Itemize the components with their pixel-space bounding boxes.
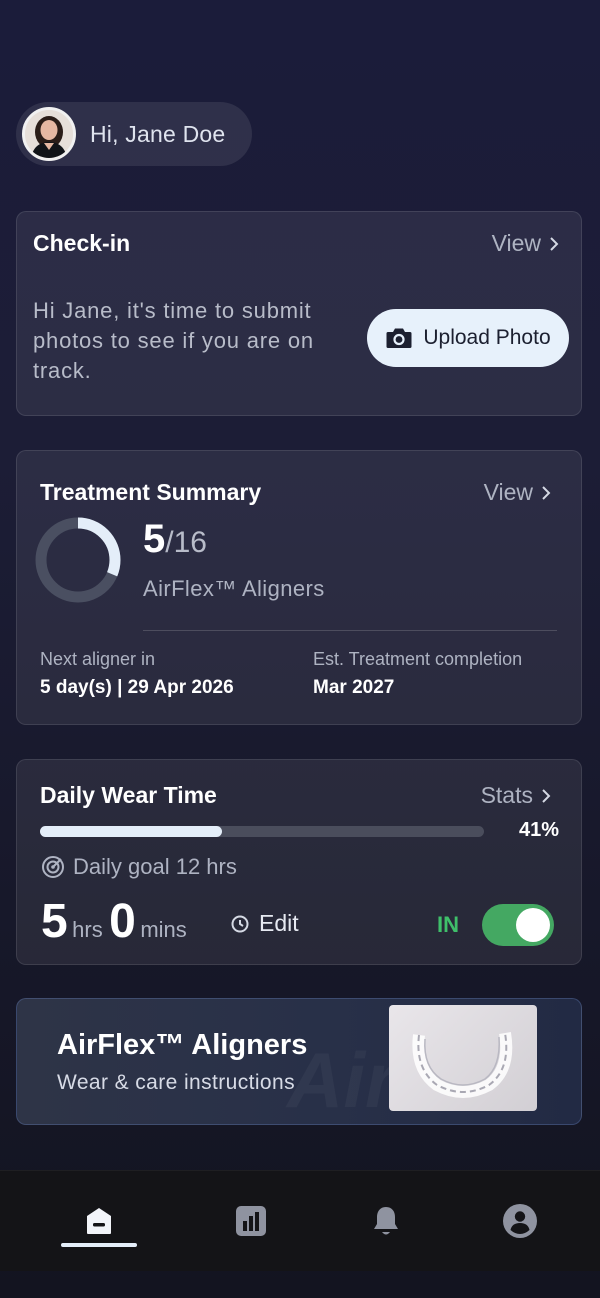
treatment-view-link[interactable]: View <box>484 479 555 506</box>
treatment-title: Treatment Summary <box>40 479 262 505</box>
home-icon <box>87 1208 111 1234</box>
toggle-knob <box>516 908 550 942</box>
nav-notifications[interactable] <box>336 1171 436 1271</box>
treatment-view-label: View <box>483 479 533 505</box>
wear-toggle[interactable] <box>482 904 554 946</box>
stats-link[interactable]: Stats <box>481 782 555 809</box>
chevron-right-icon <box>542 788 551 803</box>
wear-time: 5 hrs 0 mins <box>41 894 187 949</box>
aligner-current: 5 <box>143 517 166 561</box>
chevron-right-icon <box>542 485 551 500</box>
edit-button[interactable]: Edit <box>231 910 299 937</box>
nav-stats[interactable] <box>201 1171 301 1271</box>
greeting-pill[interactable]: Hi, Jane Doe <box>16 102 252 166</box>
aligner-progress-ring <box>35 517 121 603</box>
wear-mins-unit: mins <box>140 917 187 942</box>
wear-progress-bar <box>40 826 484 837</box>
wear-status: IN <box>437 912 459 937</box>
stats-icon <box>236 1206 266 1236</box>
bottom-nav <box>0 1170 600 1271</box>
next-aligner-value: 5 day(s) | 29 Apr 2026 <box>40 677 234 698</box>
daily-wear-card: Daily Wear Time Stats 41% Daily goal 12 … <box>16 759 582 965</box>
nav-home[interactable] <box>49 1171 149 1271</box>
checkin-title: Check-in <box>33 230 131 256</box>
greeting-text: Hi, Jane Doe <box>90 120 226 147</box>
chevron-right-icon <box>550 236 559 251</box>
daily-goal: Daily goal 12 hrs <box>41 854 237 880</box>
promo-subtitle: Wear & care instructions <box>57 1071 295 1094</box>
stats-label: Stats <box>480 782 533 808</box>
aligner-total: /16 <box>165 526 207 559</box>
aligner-image <box>389 1005 537 1111</box>
wear-percent: 41% <box>518 819 559 841</box>
wear-title: Daily Wear Time <box>40 782 217 808</box>
nav-active-indicator <box>61 1243 137 1247</box>
treatment-summary-card: Treatment Summary View 5/16 AirFlex™ Ali… <box>16 450 582 725</box>
avatar[interactable] <box>22 107 76 161</box>
camera-icon <box>386 328 412 348</box>
checkin-card: Check-in View Hi Jane, it's time to subm… <box>16 211 582 416</box>
checkin-view-link[interactable]: View <box>492 230 563 257</box>
wear-hours-unit: hrs <box>72 917 103 942</box>
bell-icon <box>374 1207 398 1235</box>
target-icon <box>42 856 64 878</box>
wear-progress-fill <box>40 826 223 837</box>
next-aligner-label: Next aligner in <box>40 649 156 669</box>
wear-mins: 0 <box>109 895 136 948</box>
profile-icon <box>503 1204 537 1238</box>
aligner-count: 5/16 <box>143 517 207 562</box>
daily-goal-text: Daily goal 12 hrs <box>73 854 237 879</box>
clock-edit-icon <box>231 915 249 932</box>
upload-photo-button[interactable]: Upload Photo <box>367 309 569 367</box>
divider <box>143 630 557 631</box>
completion-label: Est. Treatment completion <box>313 649 523 669</box>
checkin-view-label: View <box>491 230 541 256</box>
completion-value: Mar 2027 <box>313 677 395 698</box>
wear-hours: 5 <box>41 895 68 948</box>
checkin-message: Hi Jane, it's time to submit photos to s… <box>33 298 314 383</box>
promo-title: AirFlex™ Aligners <box>57 1029 308 1061</box>
edit-label: Edit <box>259 910 299 936</box>
product-name: AirFlex™ Aligners <box>143 576 325 601</box>
aligner-care-banner[interactable]: Air AirFlex™ Aligners Wear & care instru… <box>16 998 582 1125</box>
upload-photo-label: Upload Photo <box>423 326 551 349</box>
nav-profile[interactable] <box>470 1171 570 1271</box>
